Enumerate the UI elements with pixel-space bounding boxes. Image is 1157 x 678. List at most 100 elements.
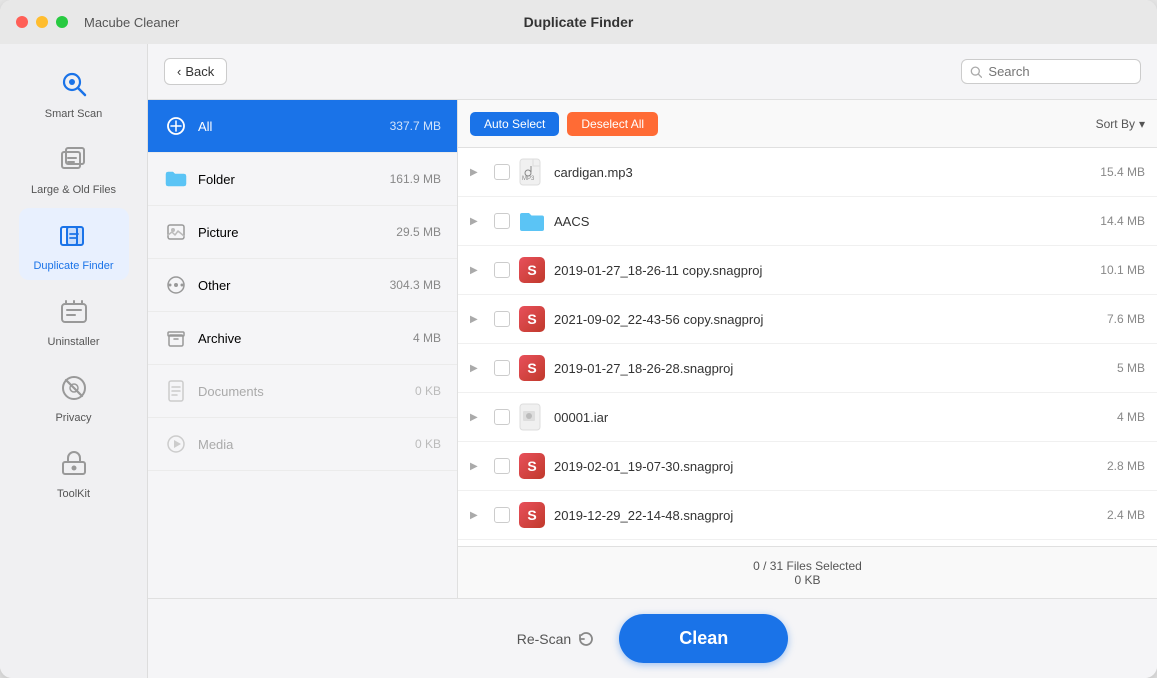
category-label-documents: Documents (198, 384, 405, 399)
file-size: 5 MB (1075, 361, 1145, 375)
back-button[interactable]: ‹ Back (164, 58, 227, 85)
picture-icon (164, 220, 188, 244)
expand-arrow-icon: ▶ (470, 363, 486, 374)
expand-arrow-icon: ▶ (470, 412, 486, 423)
category-item-picture[interactable]: Picture 29.5 MB (148, 206, 457, 259)
file-list: ▶ MP3 cardiga (458, 148, 1157, 546)
back-chevron-icon: ‹ (177, 64, 181, 79)
file-name: cardigan.mp3 (554, 165, 1067, 180)
table-row[interactable]: ▶ MP3 cardiga (458, 148, 1157, 197)
table-row[interactable]: ▶ AACS 14.4 MB (458, 197, 1157, 246)
sidebar-label-duplicate-finder: Duplicate Finder (33, 260, 113, 272)
mp3-file-icon: MP3 (518, 158, 546, 186)
window-title: Duplicate Finder (524, 14, 634, 30)
auto-select-button[interactable]: Auto Select (470, 112, 559, 136)
file-size: 2.4 MB (1075, 508, 1145, 522)
expand-arrow-icon: ▶ (470, 461, 486, 472)
file-name: AACS (554, 214, 1067, 229)
file-list-header: Auto Select Deselect All Sort By ▾ (458, 100, 1157, 148)
file-size: 4 MB (1075, 410, 1145, 424)
file-checkbox[interactable] (494, 409, 510, 425)
right-panel: ‹ Back (148, 44, 1157, 678)
svg-text:MP3: MP3 (522, 176, 535, 182)
expand-arrow-icon: ▶ (470, 265, 486, 276)
category-size-all: 337.7 MB (390, 119, 441, 133)
maximize-button[interactable] (56, 16, 68, 28)
all-icon (164, 114, 188, 138)
smart-scan-icon (54, 64, 94, 104)
table-row[interactable]: ▶ S 2021-09-02_22-43-56 copy.snagproj 7.… (458, 295, 1157, 344)
file-name: 00001.iar (554, 410, 1067, 425)
category-item-media[interactable]: Media 0 KB (148, 418, 457, 471)
category-size-media: 0 KB (415, 437, 441, 451)
file-size: 14.4 MB (1075, 214, 1145, 228)
table-row[interactable]: ▶ 00001.iar 4 MB (458, 393, 1157, 442)
bottom-bar: Re-Scan Clean (148, 598, 1157, 678)
sidebar-label-large-old-files: Large & Old Files (31, 184, 116, 196)
minimize-button[interactable] (36, 16, 48, 28)
snagproj-file-icon: S (518, 452, 546, 480)
file-size: 15.4 MB (1075, 165, 1145, 179)
documents-icon (164, 379, 188, 403)
file-name: 2019-01-27_18-26-28.snagproj (554, 361, 1067, 376)
category-item-all[interactable]: All 337.7 MB (148, 100, 457, 153)
folder-icon (164, 167, 188, 191)
sort-by-label: Sort By (1096, 117, 1135, 131)
file-checkbox[interactable] (494, 458, 510, 474)
category-item-folder[interactable]: Folder 161.9 MB (148, 153, 457, 206)
file-size: 7.6 MB (1075, 312, 1145, 326)
category-label-all: All (198, 119, 380, 134)
category-size-picture: 29.5 MB (396, 225, 441, 239)
snagproj-file-icon: S (518, 256, 546, 284)
category-label-media: Media (198, 437, 405, 452)
search-icon (970, 65, 982, 79)
clean-button[interactable]: Clean (619, 614, 788, 663)
sidebar-item-uninstaller[interactable]: Uninstaller (19, 284, 129, 356)
other-icon (164, 273, 188, 297)
category-list: All 337.7 MB Folder 161.9 MB (148, 100, 458, 598)
sidebar-item-smart-scan[interactable]: Smart Scan (19, 56, 129, 128)
table-row[interactable]: ▶ S 2019-01-27_18-26-28.snagproj 5 MB (458, 344, 1157, 393)
snagproj-file-icon: S (518, 305, 546, 333)
file-name: 2019-02-01_19-07-30.snagproj (554, 459, 1067, 474)
snagproj-file-icon: S (518, 501, 546, 529)
file-checkbox[interactable] (494, 262, 510, 278)
title-bar: Macube Cleaner Duplicate Finder (0, 0, 1157, 44)
sort-by-chevron-icon: ▾ (1139, 117, 1145, 131)
content-area: All 337.7 MB Folder 161.9 MB (148, 100, 1157, 598)
table-row[interactable]: ▶ S 2019-12-29_22-14-48.snagproj 2.4 MB (458, 491, 1157, 540)
table-row[interactable]: ▶ S 2019-02-01_19-07-30.snagproj 2.8 MB (458, 442, 1157, 491)
media-icon (164, 432, 188, 456)
sidebar-item-privacy[interactable]: Privacy (19, 360, 129, 432)
close-button[interactable] (16, 16, 28, 28)
sort-by-button[interactable]: Sort By ▾ (1096, 117, 1145, 131)
back-label: Back (185, 64, 214, 79)
deselect-all-button[interactable]: Deselect All (567, 112, 658, 136)
app-window: Macube Cleaner Duplicate Finder Smart Sc… (0, 0, 1157, 678)
archive-icon (164, 326, 188, 350)
file-checkbox[interactable] (494, 311, 510, 327)
app-name-label: Macube Cleaner (84, 15, 179, 30)
file-size: 2.8 MB (1075, 459, 1145, 473)
sidebar-label-privacy: Privacy (55, 412, 91, 424)
file-checkbox[interactable] (494, 213, 510, 229)
snagproj-file-icon: S (518, 354, 546, 382)
traffic-lights (16, 16, 68, 28)
sidebar-item-large-old-files[interactable]: Large & Old Files (19, 132, 129, 204)
table-row[interactable]: ▶ S 2019-01-27_18-26-11 copy.snagproj 10… (458, 246, 1157, 295)
sidebar-item-duplicate-finder[interactable]: Duplicate Finder (19, 208, 129, 280)
category-size-documents: 0 KB (415, 384, 441, 398)
file-checkbox[interactable] (494, 360, 510, 376)
category-item-archive[interactable]: Archive 4 MB (148, 312, 457, 365)
category-item-other[interactable]: Other 304.3 MB (148, 259, 457, 312)
expand-arrow-icon: ▶ (470, 510, 486, 521)
sidebar-label-toolkit: ToolKit (57, 488, 90, 500)
search-input[interactable] (988, 64, 1132, 79)
sidebar: Smart Scan Large & Old Files (0, 44, 148, 678)
file-checkbox[interactable] (494, 164, 510, 180)
file-checkbox[interactable] (494, 507, 510, 523)
re-scan-button[interactable]: Re-Scan (517, 630, 595, 648)
file-list-panel: Auto Select Deselect All Sort By ▾ ▶ (458, 100, 1157, 598)
sidebar-item-toolkit[interactable]: ToolKit (19, 436, 129, 508)
category-item-documents[interactable]: Documents 0 KB (148, 365, 457, 418)
